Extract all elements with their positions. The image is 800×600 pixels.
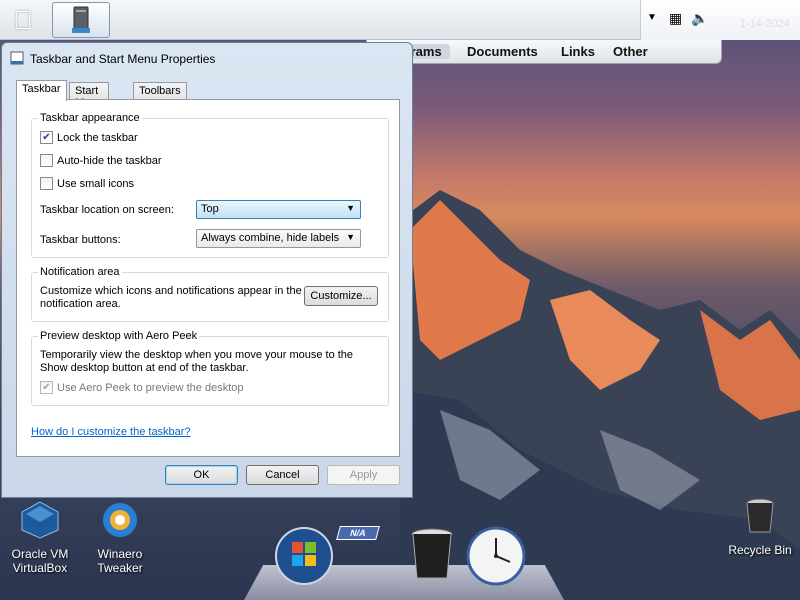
notification-description: Customize which icons and notifications … (40, 285, 302, 310)
small-icons-row[interactable]: Use small icons (40, 177, 134, 190)
start-menu-categories: ✕ Programs Documents Links Other (366, 40, 722, 64)
taskbar-properties-dialog: Taskbar and Start Menu Properties Taskba… (1, 42, 413, 498)
speaker-muted-icon[interactable]: 🔈 (691, 10, 708, 27)
aero-peek-checkbox: ✔ (40, 381, 53, 394)
autohide-row[interactable]: Auto-hide the taskbar (40, 154, 162, 167)
aero-peek-label: Use Aero Peek to preview the desktop (57, 381, 244, 394)
ok-button[interactable]: OK (165, 465, 238, 485)
dialog-title: Taskbar and Start Menu Properties (30, 52, 216, 66)
aero-peek-row: ✔ Use Aero Peek to preview the desktop (40, 381, 244, 394)
winaero-tweaker-icon (103, 503, 137, 537)
system-tray: ▼ ▦ 🔈 1-14-2024 (640, 0, 800, 40)
location-value: Top (201, 203, 219, 215)
buttons-value: Always combine, hide labels (201, 232, 340, 244)
lock-taskbar-row[interactable]: ✔ Lock the taskbar (40, 131, 138, 144)
group-title-appearance: Taskbar appearance (38, 112, 142, 124)
group-title-notification: Notification area (38, 266, 122, 278)
help-link[interactable]: How do I customize the taskbar? (31, 426, 191, 438)
small-icons-checkbox[interactable] (40, 177, 53, 190)
taskbar-app-button[interactable] (52, 2, 110, 38)
virtualbox-icon (21, 501, 59, 539)
lock-taskbar-checkbox[interactable]: ✔ (40, 131, 53, 144)
chevron-down-icon: ▼ (346, 203, 355, 213)
menu-item-links[interactable]: Links (561, 44, 595, 59)
location-label: Taskbar location on screen: (40, 204, 174, 216)
apply-button[interactable]: Apply (327, 465, 400, 485)
location-dropdown[interactable]: Top ▼ (196, 200, 361, 219)
group-title-aero-peek: Preview desktop with Aero Peek (38, 330, 200, 342)
trash-can-icon[interactable] (408, 526, 456, 582)
taskbar-properties-icon (10, 51, 24, 65)
tab-taskbar[interactable]: Taskbar (16, 80, 67, 101)
customize-button[interactable]: Customize... (304, 286, 378, 306)
pc-tower-icon (72, 6, 90, 33)
autohide-label: Auto-hide the taskbar (57, 154, 162, 167)
tab-start-menu[interactable]: Start Menu (69, 82, 109, 109)
recycle-bin-icon (746, 498, 774, 533)
group-notification-area: Notification area Customize which icons … (31, 266, 389, 322)
clock-icon[interactable] (466, 526, 526, 586)
desktop-icon-label: Oracle VM VirtualBox (11, 547, 69, 575)
menu-item-other[interactable]: Other (613, 44, 648, 59)
tray-clock[interactable]: 1-14-2024 (740, 18, 790, 30)
dock-badge: N/A (336, 526, 380, 540)
cancel-button[interactable]: Cancel (246, 465, 319, 485)
chevron-down-icon[interactable]: ▼ (647, 12, 657, 23)
desktop-icon-winaero[interactable]: Winaero Tweaker (80, 500, 160, 575)
aero-peek-description: Temporarily view the desktop when you mo… (40, 349, 354, 374)
tab-panel-taskbar: Taskbar appearance ✔ Lock the taskbar Au… (16, 99, 400, 457)
desktop-icon-label: Recycle Bin (728, 543, 792, 557)
windows-orb-icon[interactable] (274, 526, 334, 586)
desktop-icon-recycle-bin[interactable]: Recycle Bin (720, 496, 800, 557)
chevron-down-icon: ▼ (346, 232, 355, 242)
autohide-checkbox[interactable] (40, 154, 53, 167)
group-taskbar-appearance: Taskbar appearance ✔ Lock the taskbar Au… (31, 112, 389, 258)
desktop-icon-label: Winaero Tweaker (97, 547, 143, 575)
buttons-label: Taskbar buttons: (40, 234, 121, 246)
group-aero-peek: Preview desktop with Aero Peek Temporari… (31, 330, 389, 406)
buttons-dropdown[interactable]: Always combine, hide labels ▼ (196, 229, 361, 248)
small-icons-label: Use small icons (57, 177, 135, 190)
lock-taskbar-label: Lock the taskbar (57, 131, 138, 144)
network-icon[interactable]: ▦ (669, 10, 682, 27)
dialog-titlebar[interactable]: Taskbar and Start Menu Properties (2, 43, 412, 73)
tab-toolbars[interactable]: Toolbars (133, 82, 187, 100)
taskbar:  ▼ ▦ 🔈 1-14-2024 (0, 0, 800, 40)
apple-logo-icon[interactable]:  (6, 4, 40, 36)
desktop-icon-virtualbox[interactable]: Oracle VM VirtualBox (0, 500, 80, 575)
menu-item-documents[interactable]: Documents (467, 44, 538, 59)
